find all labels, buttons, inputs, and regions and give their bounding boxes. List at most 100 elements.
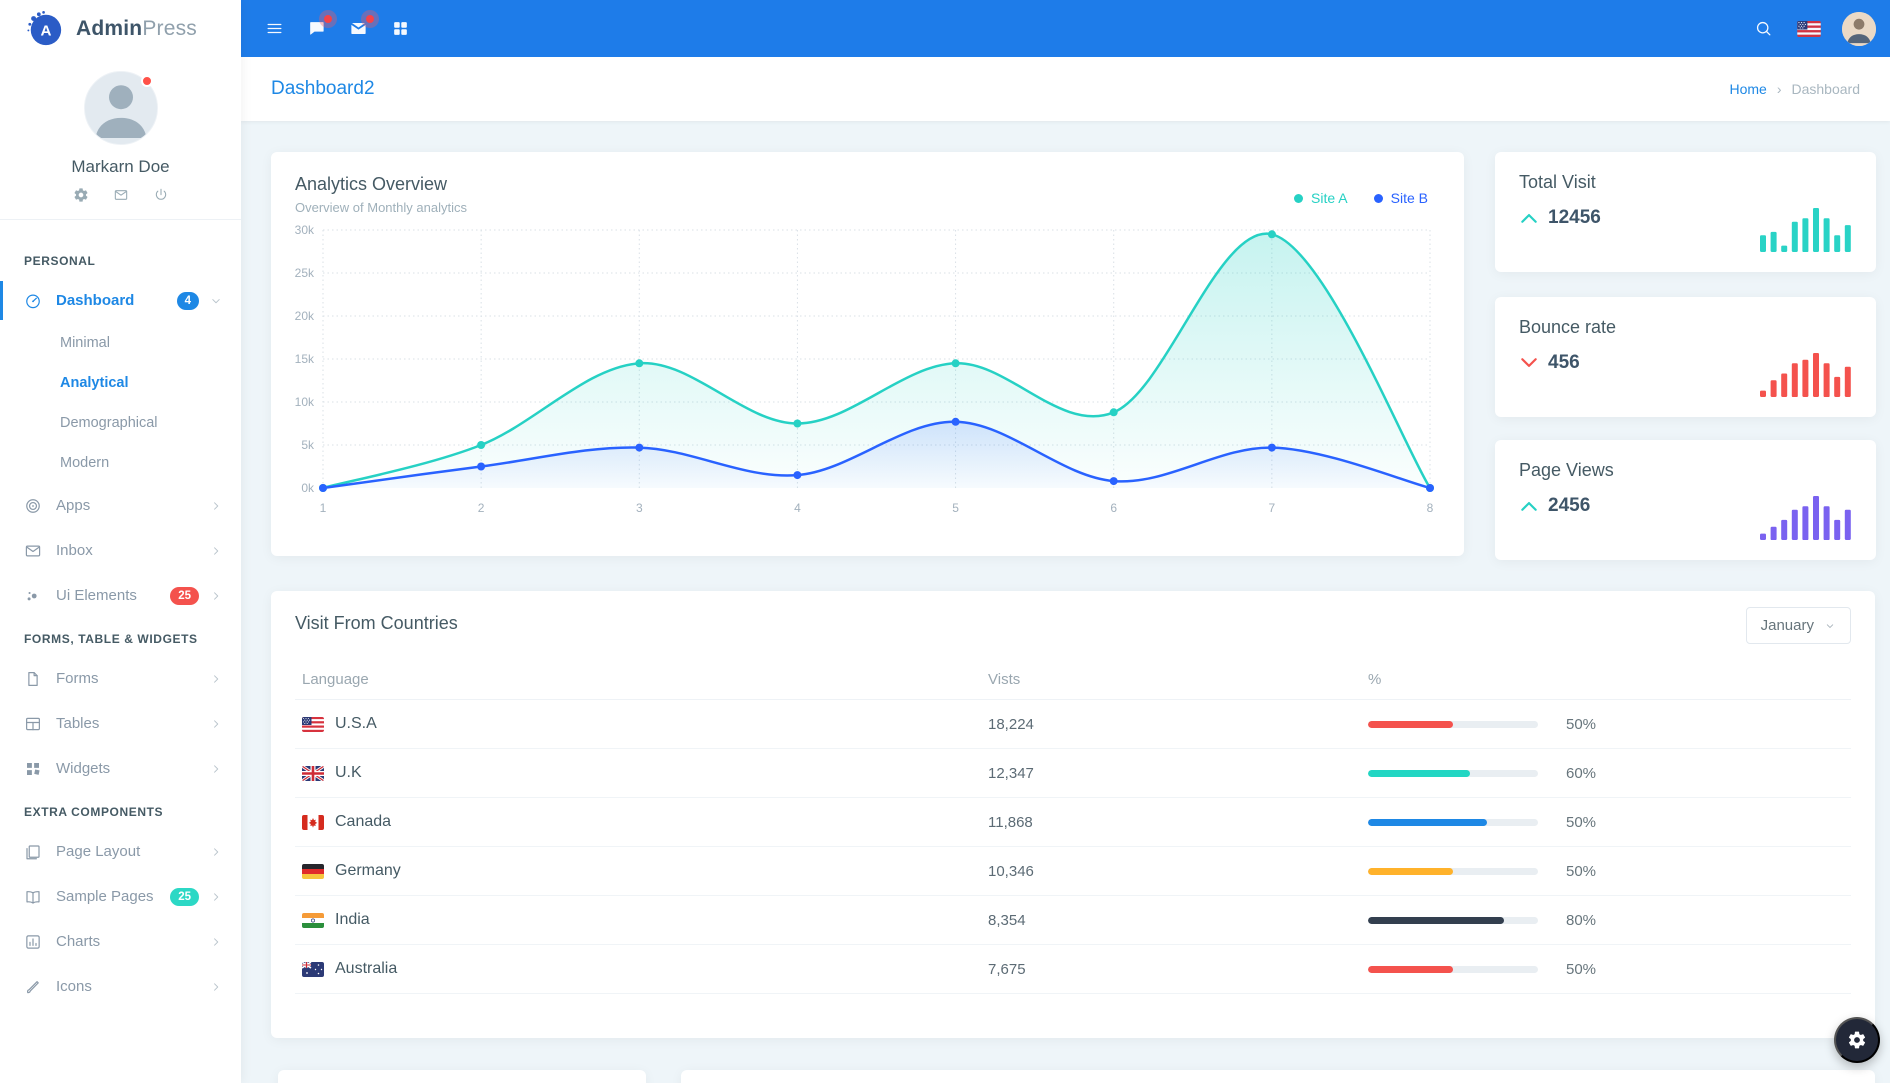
search-icon[interactable] xyxy=(1742,0,1784,57)
sidebar-subitem-minimal[interactable]: Minimal xyxy=(0,323,241,363)
bounce-rate-card: Bounce rate 456 xyxy=(1495,297,1876,417)
user-power-icon[interactable] xyxy=(153,187,169,203)
chevron-right-icon xyxy=(209,762,223,776)
sidebar-subitem-modern[interactable]: Modern xyxy=(0,443,241,483)
percent-cell: 60% xyxy=(1368,765,1851,782)
country-cell: U.K xyxy=(302,764,988,782)
svg-text:2: 2 xyxy=(478,501,485,515)
chart-legend: Site A Site B xyxy=(1294,190,1428,206)
stat-value: 12456 xyxy=(1548,207,1601,229)
sidebar-item-label: Icons xyxy=(56,978,209,995)
badge: 25 xyxy=(170,587,199,605)
email-icon[interactable] xyxy=(337,0,379,57)
svg-text:6: 6 xyxy=(1110,501,1117,515)
target-icon xyxy=(24,497,42,515)
book-icon xyxy=(24,888,42,906)
breadcrumb: Home › Dashboard xyxy=(1729,81,1860,97)
legend-site-b[interactable]: Site B xyxy=(1374,190,1428,206)
main-content: Analytics Overview Overview of Monthly a… xyxy=(241,121,1890,1083)
stat-title: Page Views xyxy=(1519,460,1852,481)
sidebar-item-widgets[interactable]: Widgets xyxy=(0,746,241,791)
svg-text:5: 5 xyxy=(952,501,959,515)
sidebar-item-icons[interactable]: Icons xyxy=(0,964,241,1009)
partial-card-left xyxy=(278,1070,646,1083)
percent-cell: 80% xyxy=(1368,912,1851,929)
page-views-sparkbars xyxy=(1760,492,1852,540)
svg-text:20k: 20k xyxy=(295,309,315,323)
sidebar-item-dashboard[interactable]: Dashboard4 xyxy=(0,278,241,323)
user-name: Markarn Doe xyxy=(0,157,241,177)
svg-text:3: 3 xyxy=(636,501,643,515)
sidebar-item-apps[interactable]: Apps xyxy=(0,483,241,528)
topbar xyxy=(241,0,1890,57)
percent-label: 50% xyxy=(1566,863,1596,880)
table-row-germany: Germany10,34650% xyxy=(295,847,1851,896)
trend-down-icon xyxy=(1519,356,1539,370)
brand-name: AdminPress xyxy=(76,17,197,41)
country-name: Australia xyxy=(335,960,397,978)
sidebar-item-inbox[interactable]: Inbox xyxy=(0,528,241,573)
email-notification-dot xyxy=(366,15,374,23)
progress-bar xyxy=(1368,770,1538,777)
brand-logo[interactable]: A AdminPress xyxy=(0,0,241,57)
legend-dot xyxy=(1374,194,1383,203)
topbar-user-avatar[interactable] xyxy=(1842,12,1876,46)
mega-menu-icon[interactable] xyxy=(379,0,421,57)
chevron-right-icon xyxy=(209,845,223,859)
breadcrumb-home-link[interactable]: Home xyxy=(1729,81,1766,97)
messages-icon[interactable] xyxy=(295,0,337,57)
chevron-down-icon xyxy=(1824,620,1836,632)
column-percent: % xyxy=(1368,671,1851,688)
sidebar-item-page-layout[interactable]: Page Layout xyxy=(0,829,241,874)
page-header: Dashboard2 Home › Dashboard xyxy=(241,57,1890,121)
chevron-right-icon xyxy=(209,717,223,731)
brand-name-bold: Admin xyxy=(76,17,142,40)
sidebar-item-label: Page Layout xyxy=(56,843,209,860)
month-dropdown[interactable]: January xyxy=(1746,607,1851,644)
svg-text:10k: 10k xyxy=(295,395,315,409)
country-name: India xyxy=(335,911,370,929)
sidebar-subitem-analytical[interactable]: Analytical xyxy=(0,363,241,403)
hamburger-menu-icon[interactable] xyxy=(253,0,295,57)
visits-cell: 11,868 xyxy=(988,814,1368,831)
sidebar-item-tables[interactable]: Tables xyxy=(0,701,241,746)
trend-up-icon xyxy=(1519,499,1539,513)
sidebar-item-label: Widgets xyxy=(56,760,209,777)
analytics-title: Analytics Overview xyxy=(295,174,1440,195)
country-name: Canada xyxy=(335,813,391,831)
menu-section-extra-components: EXTRA COMPONENTS xyxy=(0,791,241,829)
sidebar-item-label: Tables xyxy=(56,715,209,732)
sidebar-item-forms[interactable]: Forms xyxy=(0,656,241,701)
language-flag-icon[interactable] xyxy=(1788,0,1830,57)
sidebar-item-ui-elements[interactable]: Ui Elements25 xyxy=(0,573,241,618)
column-visits: Vists xyxy=(988,671,1368,688)
column-language: Language xyxy=(302,671,988,688)
topbar-left-icons xyxy=(241,0,421,57)
legend-site-a[interactable]: Site A xyxy=(1294,190,1348,206)
stat-value: 456 xyxy=(1548,352,1580,374)
usa-flag-icon xyxy=(302,717,324,732)
user-email-icon[interactable] xyxy=(113,187,129,203)
country-cell: U.S.A xyxy=(302,715,988,733)
user-settings-icon[interactable] xyxy=(73,187,89,203)
settings-fab-button[interactable] xyxy=(1834,1017,1880,1063)
percent-label: 50% xyxy=(1566,814,1596,831)
topbar-right-icons xyxy=(1742,0,1890,57)
file-icon xyxy=(24,670,42,688)
svg-text:7: 7 xyxy=(1269,501,1276,515)
sidebar-item-charts[interactable]: Charts xyxy=(0,919,241,964)
country-cell: Germany xyxy=(302,862,988,880)
visits-cell: 7,675 xyxy=(988,961,1368,978)
menu-section-personal: PERSONAL xyxy=(0,240,241,278)
stat-title: Total Visit xyxy=(1519,172,1852,193)
sidebar-subitem-demographical[interactable]: Demographical xyxy=(0,403,241,443)
sidebar-item-label: Sample Pages xyxy=(56,888,170,905)
total-visit-card: Total Visit 12456 xyxy=(1495,152,1876,272)
chevron-right-icon xyxy=(209,589,223,603)
sidebar-item-sample-pages[interactable]: Sample Pages25 xyxy=(0,874,241,919)
percent-label: 80% xyxy=(1566,912,1596,929)
breadcrumb-separator: › xyxy=(1777,81,1782,97)
germany-flag-icon xyxy=(302,864,324,879)
stat-title: Bounce rate xyxy=(1519,317,1852,338)
svg-text:0k: 0k xyxy=(301,481,315,495)
